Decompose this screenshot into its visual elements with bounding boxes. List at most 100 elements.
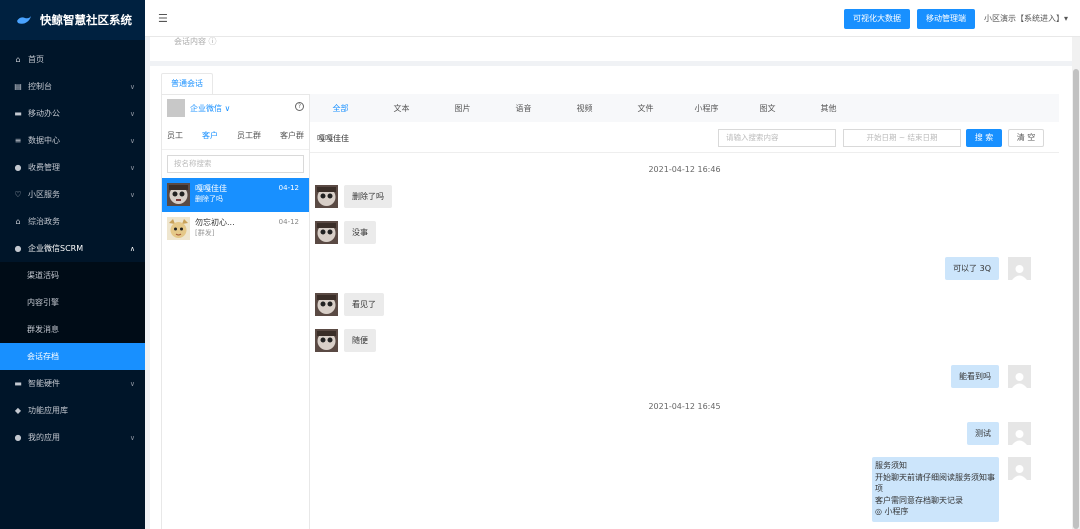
help-icon[interactable]: ? [295,102,304,111]
chevron-down-icon: ∨ [129,109,135,118]
page-scrollbar[interactable] [1072,37,1080,529]
account-selector-row: 企业微信 ∨ ? [162,94,309,122]
conversation-item[interactable]: 嘎嘎佳佳 删除了吗 04-12 [162,178,309,212]
sidebar-item-app-library[interactable]: ◆ 功能应用库 [0,397,145,424]
scrollbar-thumb[interactable] [1073,69,1079,529]
sidebar-item-smart-hardware[interactable]: ▬ 智能硬件 ∨ [0,370,145,397]
type-tab-article[interactable]: 图文 [737,103,798,114]
avatar [315,185,338,208]
mobile-admin-button[interactable]: 移动管理端 [917,9,975,29]
type-tab-other[interactable]: 其他 [798,103,859,114]
chat-contact-name: 嘎嘎佳佳 [317,134,349,143]
scrm-submenu: 渠道活码 内容引擎 群发消息 会话存档 [0,262,145,370]
type-tab-miniprogram[interactable]: 小程序 [676,103,737,114]
message-bubble: 测试 [967,422,999,445]
service-icon: ♡ [14,190,22,199]
sidebar-item-label: 群发消息 [27,325,59,334]
sidebar-item-mobile-office[interactable]: ▬ 移动办公 ∨ [0,100,145,127]
message-bubble: 看见了 [344,293,384,316]
message-outgoing-miniprogram: 服务须知 开始聊天前请仔细阅读服务须知事项 客户需同意存档聊天记录 ◎ 小程序 [872,457,1031,522]
default-avatar-icon [1008,457,1031,480]
sidebar: 快鲸智慧社区系统 ⌂ 首页 ▤ 控制台 ∨ ▬ 移动办公 ∨ ≡ 数据中心 ∨ … [0,0,145,529]
conversation-item[interactable]: 勿忘初心... [群发] 04-12 [162,212,309,246]
sidebar-item-my-apps[interactable]: ● 我的应用 ∨ [0,424,145,451]
type-tab-voice[interactable]: 语音 [493,103,554,114]
sidebar-item-label: 小区服务 [28,190,60,199]
sidebar-item-chat-archive[interactable]: 会话存档 [0,343,145,370]
name-search-input[interactable]: 按名称搜索 [167,155,304,173]
database-icon: ≡ [14,136,22,145]
tab-normal-session[interactable]: 普通会话 [161,73,213,94]
search-button[interactable]: 搜 索 [966,129,1002,147]
conversation-date: 04-12 [278,218,299,226]
sidebar-item-mass-message[interactable]: 群发消息 [0,316,145,343]
tab-staff-group[interactable]: 员工群 [237,130,261,141]
card-footer: ◎ 小程序 [875,507,909,516]
sidebar-item-label: 控制台 [28,82,52,91]
conversation-date: 04-12 [278,184,299,192]
tab-customer-group[interactable]: 客户群 [280,130,304,141]
card-line: 开始聊天前请仔细阅读服务须知事项 [875,472,995,494]
faded-label: 会话内容 ⓘ [174,37,217,46]
sidebar-item-label: 会话存档 [27,352,59,361]
sidebar-item-label: 智能硬件 [28,379,60,388]
sidebar-item-label: 内容引擎 [27,298,59,307]
home-icon: ⌂ [15,55,21,64]
message-bubble: 删除了吗 [344,185,392,208]
conversation-preview: [群发] [195,229,215,237]
sidebar-item-channel-code[interactable]: 渠道活码 [0,262,145,289]
date-range-picker[interactable]: 开始日期 ~ 结束日期 [843,129,961,147]
sidebar-item-fees[interactable]: ● 收费管理 ∨ [0,154,145,181]
message-incoming: 看见了 [315,293,384,316]
sidebar-item-government[interactable]: ⌂ 综治政务 [0,208,145,235]
tab-customer[interactable]: 客户 [202,130,218,141]
sidebar-item-label: 功能应用库 [28,406,68,415]
tab-staff[interactable]: 员工 [167,130,183,141]
sidebar-item-console[interactable]: ▤ 控制台 ∨ [0,73,145,100]
logo: 快鲸智慧社区系统 [0,0,145,40]
sidebar-item-content-engine[interactable]: 内容引擎 [0,289,145,316]
avatar [167,183,190,206]
wechat-select[interactable]: 企业微信 ∨ [190,103,230,114]
type-tab-image[interactable]: 图片 [432,103,493,114]
card-line: 客户需同意存档聊天记录 [875,495,963,505]
type-tab-video[interactable]: 视频 [554,103,615,114]
big-data-button[interactable]: 可视化大数据 [844,9,910,29]
top-header: ☰ 可视化大数据 移动管理端 小区演示【系统进入】▾ [145,0,1080,37]
sidebar-item-label: 企业微信SCRM [28,244,84,253]
wechat-icon: ● [14,244,22,253]
type-tab-all[interactable]: 全部 [310,103,371,114]
avatar [315,329,338,352]
chat-messages: 2021-04-12 16:46 删除了吗 没事 可以了 3Q 看见了 随便 能… [310,154,1059,529]
sidebar-item-data-center[interactable]: ≡ 数据中心 ∨ [0,127,145,154]
type-tab-file[interactable]: 文件 [615,103,676,114]
menu-fold-icon[interactable]: ☰ [158,12,168,25]
avatar [167,217,190,240]
avatar [315,221,338,244]
message-bubble: 能看到吗 [951,365,999,388]
conversation-name: 嘎嘎佳佳 [195,184,227,193]
whale-logo-icon [17,16,31,24]
chevron-down-icon: ∨ [129,82,135,91]
message-incoming: 没事 [315,221,376,244]
sidebar-item-home[interactable]: ⌂ 首页 [0,46,145,73]
app-title: 快鲸智慧社区系统 [40,13,132,27]
sidebar-item-community-service[interactable]: ♡ 小区服务 ∨ [0,181,145,208]
sidebar-item-wechat-scrm[interactable]: ● 企业微信SCRM ∧ [0,235,145,262]
message-outgoing: 能看到吗 [951,365,1031,388]
contact-type-tabs: 员工 客户 员工群 客户群 [162,122,309,150]
miniprogram-card[interactable]: 服务须知 开始聊天前请仔细阅读服务须知事项 客户需同意存档聊天记录 ◎ 小程序 [872,457,999,522]
clear-button[interactable]: 清 空 [1008,129,1044,147]
message-incoming: 随便 [315,329,376,352]
message-outgoing: 可以了 3Q [945,257,1031,280]
user-menu[interactable]: 小区演示【系统进入】▾ [984,13,1068,24]
default-avatar-icon [1008,422,1031,445]
chevron-down-icon: ∨ [129,190,135,199]
console-icon: ▤ [14,82,22,91]
sidebar-item-label: 我的应用 [28,433,60,442]
side-menu: ⌂ 首页 ▤ 控制台 ∨ ▬ 移动办公 ∨ ≡ 数据中心 ∨ ● 收费管理 ∨ … [0,40,145,451]
message-bubble: 没事 [344,221,376,244]
type-tab-text[interactable]: 文本 [371,103,432,114]
content-search-input[interactable]: 请输入搜索内容 [718,129,836,147]
sidebar-item-label: 移动办公 [28,109,60,118]
